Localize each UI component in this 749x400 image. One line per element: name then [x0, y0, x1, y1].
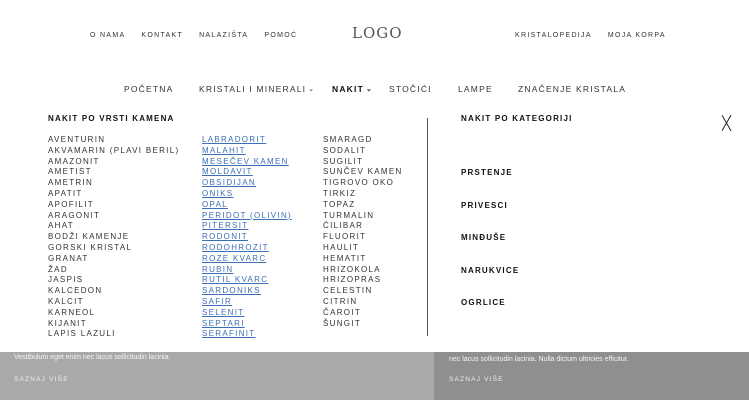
stone-link[interactable]: RUBIN — [202, 265, 292, 276]
mega-menu: NAKIT PO VRSTI KAMENA AVENTURIN AKVAMARI… — [0, 104, 749, 352]
stone-link[interactable]: LAPIS LAZULI — [48, 329, 179, 340]
close-icon[interactable] — [719, 114, 735, 132]
stone-link[interactable]: APATIT — [48, 189, 179, 200]
stone-link[interactable]: MALAHIT — [202, 146, 292, 157]
stone-link[interactable]: TIRKIZ — [323, 189, 403, 200]
stone-link[interactable]: CITRIN — [323, 297, 403, 308]
stone-column-2: LABRADORIT MALAHIT MESEČEV KAMEN MOLDAVI… — [202, 135, 292, 340]
nav-item-znacenje-kristala[interactable]: ZNAČENJE KRISTALA — [518, 84, 626, 94]
stone-link[interactable]: KARNEOL — [48, 308, 179, 319]
stone-link[interactable]: SMARAGD — [323, 135, 403, 146]
stone-link[interactable]: ĆILIBAR — [323, 221, 403, 232]
nav-item-label: ZNAČENJE KRISTALA — [518, 84, 627, 94]
stone-link[interactable]: APOFILIT — [48, 200, 179, 211]
nav-item-label: POČETNA — [124, 84, 174, 94]
top-link-kristalopedija[interactable]: KRISTALOPEDIJA — [515, 32, 592, 39]
menu-divider — [427, 118, 428, 336]
stone-link[interactable]: KALCEDON — [48, 286, 179, 297]
stone-link[interactable]: SELENIT — [202, 308, 292, 319]
stone-link[interactable]: SAFIR — [202, 297, 292, 308]
stone-link[interactable]: SODALIT — [323, 146, 403, 157]
stone-link[interactable]: GORSKI KRISTAL — [48, 243, 179, 254]
stone-link[interactable]: RODONIT — [202, 232, 292, 243]
stone-link[interactable]: MOLDAVIT — [202, 167, 292, 178]
stone-link[interactable]: ROZE KVARC — [202, 254, 292, 265]
stone-link[interactable]: AMETRIN — [48, 178, 179, 189]
stone-link[interactable]: OPAL — [202, 200, 292, 211]
stone-column-1: AVENTURIN AKVAMARIN (PLAVI BERIL) AMAZON… — [48, 135, 179, 340]
stone-link[interactable]: AVENTURIN — [48, 135, 179, 146]
nav-item-nakit[interactable]: NAKIT ⌄ — [332, 84, 373, 94]
stone-link[interactable]: ŽAD — [48, 265, 179, 276]
logo[interactable]: LOGO — [352, 24, 403, 42]
stone-link[interactable]: MESEČEV KAMEN — [202, 157, 292, 168]
stone-link[interactable]: TOPAZ — [323, 200, 403, 211]
stone-link[interactable]: GRANAT — [48, 254, 179, 265]
stone-link[interactable]: TURMALIN — [323, 211, 403, 222]
chevron-down-icon: ⌄ — [308, 86, 316, 93]
hero-left-text: Vestibulum eget enim nec lacus sollicitu… — [14, 354, 171, 361]
nav-item-pocetna[interactable]: POČETNA — [124, 84, 174, 94]
stone-link[interactable]: OBSIDIJAN — [202, 178, 292, 189]
category-link-prstenje[interactable]: PRSTENJE — [461, 168, 513, 177]
stone-link[interactable]: JASPIS — [48, 275, 179, 286]
stone-link[interactable]: HAULIT — [323, 243, 403, 254]
nav-item-kristali-i-minerali[interactable]: KRISTALI I MINERALI ⌄ — [199, 84, 315, 94]
stone-link[interactable]: HEMATIT — [323, 254, 403, 265]
hero-right-link[interactable]: SAZNAJ VIŠE — [449, 376, 504, 383]
stone-link[interactable]: RUTIL KVARC — [202, 275, 292, 286]
stone-link[interactable]: PITERSIT — [202, 221, 292, 232]
nav-item-stocici[interactable]: STOČIĆI — [389, 84, 432, 94]
category-link-ogrlice[interactable]: OGRLICE — [461, 298, 506, 307]
stone-link[interactable]: AMETIST — [48, 167, 179, 178]
hero-right-text: nec lacus sollicitudin lacinia. Nulla di… — [449, 356, 629, 363]
stone-link[interactable]: SERAFINIT — [202, 329, 292, 340]
stone-section-title: NAKIT PO VRSTI KAMENA — [48, 114, 175, 123]
top-links-left: O NAMA KONTAKT NALAZIŠTA POMOĆ — [90, 32, 297, 39]
top-link-o-nama[interactable]: O NAMA — [90, 32, 125, 39]
nav-item-label: KRISTALI I MINERALI — [199, 84, 307, 94]
stone-link[interactable]: LABRADORIT — [202, 135, 292, 146]
category-link-narukvice[interactable]: NARUKVICE — [461, 266, 519, 275]
chevron-down-icon: ⌄ — [365, 86, 374, 93]
category-link-mindjuse[interactable]: MINĐUŠE — [461, 233, 506, 242]
stone-link[interactable]: KALCIT — [48, 297, 179, 308]
nav-item-label: LAMPE — [458, 84, 493, 94]
stone-link[interactable]: AHAT — [48, 221, 179, 232]
stone-column-3: SMARAGD SODALIT SUGILIT SUNČEV KAMEN TIG… — [323, 135, 403, 329]
stone-link[interactable]: AMAZONIT — [48, 157, 179, 168]
stone-link[interactable]: RODOHROZIT — [202, 243, 292, 254]
stone-link[interactable]: FLUORIT — [323, 232, 403, 243]
stone-link[interactable]: SEPTARI — [202, 319, 292, 330]
top-links-right: KRISTALOPEDIJA MOJA KORPA — [515, 32, 666, 39]
stone-link[interactable]: SUGILIT — [323, 157, 403, 168]
stone-link[interactable]: KIJANIT — [48, 319, 179, 330]
top-link-moja-korpa[interactable]: MOJA KORPA — [608, 32, 666, 39]
top-link-nalazista[interactable]: NALAZIŠTA — [199, 32, 248, 39]
top-link-pomoc[interactable]: POMOĆ — [264, 32, 297, 39]
stone-link[interactable]: CELESTIN — [323, 286, 403, 297]
top-link-kontakt[interactable]: KONTAKT — [141, 32, 183, 39]
nav-item-label: NAKIT — [332, 84, 364, 94]
stone-link[interactable]: HRIZOPRAS — [323, 275, 403, 286]
stone-link[interactable]: ONIKS — [202, 189, 292, 200]
main-nav: POČETNA KRISTALI I MINERALI ⌄ NAKIT ⌄ STOČ… — [0, 84, 749, 98]
nav-item-label: STOČIĆI — [389, 84, 432, 94]
category-section-title: NAKIT PO KATEGORIJI — [461, 114, 573, 123]
hero-left-link[interactable]: SAZNAJ VIŠE — [14, 376, 69, 383]
stone-link[interactable]: BODŽI KAMENJE — [48, 232, 179, 243]
stone-link[interactable]: SARDONIKS — [202, 286, 292, 297]
top-bar: O NAMA KONTAKT NALAZIŠTA POMOĆ LOGO KRIS… — [0, 0, 749, 70]
stone-link[interactable]: HRIZOKOLA — [323, 265, 403, 276]
stone-link[interactable]: ŠUNGIT — [323, 319, 403, 330]
stone-link[interactable]: AKVAMARIN (PLAVI BERIL) — [48, 146, 179, 157]
stone-link[interactable]: ČAROIT — [323, 308, 403, 319]
category-link-privesci[interactable]: PRIVESCI — [461, 201, 508, 210]
stone-link[interactable]: SUNČEV KAMEN — [323, 167, 403, 178]
stone-link[interactable]: TIGROVO OKO — [323, 178, 403, 189]
stone-link[interactable]: ARAGONIT — [48, 211, 179, 222]
stone-link[interactable]: PERIDOT (OLIVIN) — [202, 211, 292, 222]
nav-item-lampe[interactable]: LAMPE — [458, 84, 493, 94]
